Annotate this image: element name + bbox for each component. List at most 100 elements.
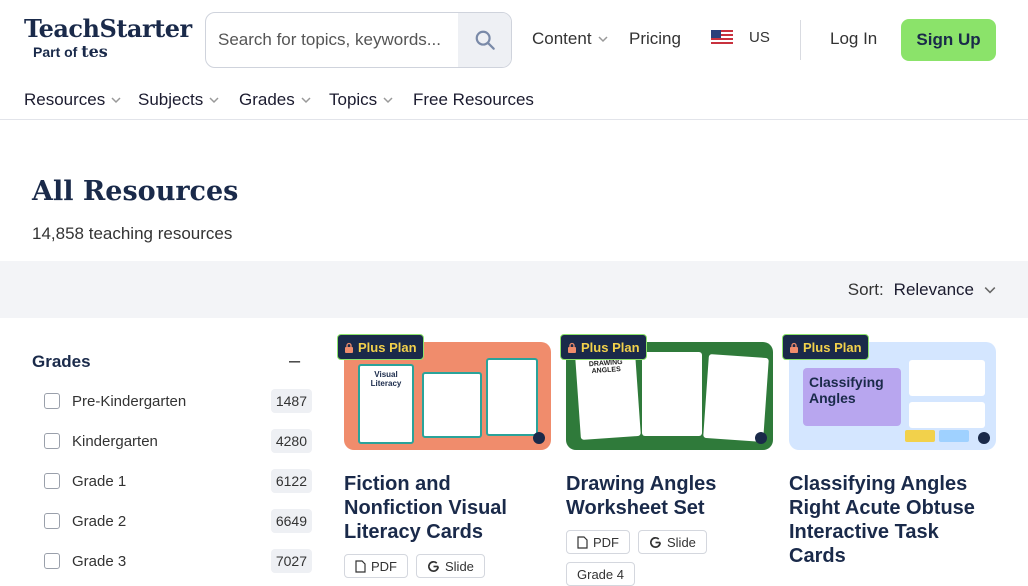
- pricing-link[interactable]: Pricing: [629, 29, 681, 49]
- chevron-down-icon: [383, 97, 393, 104]
- filter-item[interactable]: Grade 1 6122: [44, 466, 312, 496]
- nav-topics[interactable]: Topics: [329, 90, 393, 110]
- tag-pdf: PDF: [566, 530, 630, 554]
- filter-count: 4280: [270, 429, 312, 453]
- plus-plan-badge: Plus Plan: [337, 334, 424, 360]
- teachstarter-logo[interactable]: TeachStarter Part of tes: [24, 14, 192, 64]
- pdf-file-icon: [355, 559, 366, 573]
- content-menu[interactable]: Content: [532, 29, 608, 49]
- thumb-card: DRAWING ANGLES: [575, 352, 641, 440]
- content-menu-label: Content: [532, 29, 592, 48]
- nav-topics-label: Topics: [329, 90, 378, 109]
- resource-title[interactable]: Drawing Angles Worksheet Set: [566, 472, 773, 520]
- search-button[interactable]: [458, 13, 511, 67]
- thumb-card: [422, 372, 482, 438]
- region-label: US: [749, 29, 770, 46]
- plus-plan-badge: Plus Plan: [560, 334, 647, 360]
- tag-label: PDF: [371, 558, 397, 574]
- resource-title[interactable]: Fiction and Nonfiction Visual Literacy C…: [344, 472, 551, 544]
- badge-label: Plus Plan: [581, 339, 640, 355]
- checkbox[interactable]: [44, 473, 60, 489]
- logo-text: TeachStarter: [24, 14, 192, 43]
- teachstarter-mark-icon: [533, 432, 545, 444]
- filter-item[interactable]: Grade 3 7027: [44, 546, 312, 576]
- tag-slide: Slide: [416, 554, 485, 578]
- tag-label: PDF: [593, 534, 619, 550]
- checkbox[interactable]: [44, 553, 60, 569]
- resource-title[interactable]: Classifying Angles Right Acute Obtuse In…: [789, 472, 996, 568]
- nav-subjects-label: Subjects: [138, 90, 204, 109]
- logo-subtitle: Part of tes: [33, 42, 189, 62]
- chevron-down-icon: [209, 97, 219, 104]
- chevron-down-icon: [984, 287, 996, 294]
- search-input[interactable]: [218, 13, 458, 67]
- resource-card[interactable]: DRAWING ANGLES Drawing Angles Worksheet …: [566, 342, 773, 586]
- resource-card[interactable]: Visual Literacy Fiction and Nonfiction V…: [344, 342, 551, 578]
- filter-item[interactable]: Grade 2 6649: [44, 506, 312, 536]
- filter-label: Grade 2: [72, 512, 127, 530]
- chevron-down-icon: [598, 36, 608, 43]
- filter-grades-title[interactable]: Grades: [32, 352, 91, 372]
- filter-item[interactable]: Pre-Kindergarten 1487: [44, 386, 312, 416]
- chevron-down-icon: [301, 97, 311, 104]
- thumb-card: [703, 354, 769, 442]
- badge-label: Plus Plan: [803, 339, 862, 355]
- tag-label: Slide: [445, 558, 474, 574]
- filter-item[interactable]: Kindergarten 4280: [44, 426, 312, 456]
- thumb-title: Visual Literacy: [370, 370, 402, 388]
- checkbox[interactable]: [44, 433, 60, 449]
- lock-icon: [790, 342, 798, 353]
- teachstarter-mark-icon: [978, 432, 990, 444]
- nav-free-resources[interactable]: Free Resources: [413, 90, 534, 110]
- tag-pdf: PDF: [344, 554, 408, 578]
- nav-resources-label: Resources: [24, 90, 106, 109]
- region-selector[interactable]: US: [711, 29, 770, 46]
- sort-value: Relevance: [893, 280, 974, 299]
- nav-divider: [800, 20, 801, 60]
- filter-label: Grade 1: [72, 472, 127, 490]
- logo-sub-prefix: Part of: [33, 44, 78, 60]
- page-title: All Resources: [32, 176, 239, 207]
- thumb-card: [909, 402, 985, 428]
- filter-label: Grade 3: [72, 552, 127, 570]
- chevron-down-icon: [111, 97, 121, 104]
- thumb-title: DRAWING ANGLES: [588, 358, 623, 376]
- filter-count: 7027: [270, 549, 312, 573]
- resource-count: 14,858 teaching resources: [32, 224, 233, 243]
- thumb-card: [486, 358, 538, 436]
- teachstarter-mark-icon: [755, 432, 767, 444]
- checkbox[interactable]: [44, 393, 60, 409]
- category-nav: Resources Subjects Grades Topics Free Re…: [0, 80, 1028, 120]
- lock-icon: [568, 342, 576, 353]
- us-flag-icon: [711, 30, 733, 45]
- collapse-icon[interactable]: –: [289, 350, 300, 373]
- nav-resources[interactable]: Resources: [24, 90, 121, 110]
- filter-label: Kindergarten: [72, 432, 158, 450]
- search-icon: [475, 30, 495, 50]
- thumb-panel: Classifying Angles: [803, 368, 901, 426]
- top-bar: TeachStarter Part of tes Content Pricing…: [0, 0, 1028, 80]
- thumb-button-true: [905, 430, 935, 442]
- filter-label: Pre-Kindergarten: [72, 392, 187, 410]
- filter-count: 1487: [270, 389, 312, 413]
- pricing-label: Pricing: [629, 29, 681, 48]
- login-link[interactable]: Log In: [830, 29, 877, 49]
- nav-free-resources-label: Free Resources: [413, 90, 534, 109]
- tag-grade: Grade 4: [566, 562, 635, 586]
- filter-count: 6122: [270, 469, 312, 493]
- sort-selector[interactable]: Sort: Relevance: [848, 280, 996, 300]
- lock-icon: [345, 342, 353, 353]
- nav-grades-label: Grades: [239, 90, 295, 109]
- search-box: [205, 12, 512, 68]
- tes-logo: tes: [81, 42, 108, 61]
- signup-button[interactable]: Sign Up: [901, 19, 996, 61]
- google-icon: [650, 536, 661, 548]
- resource-card[interactable]: Classifying Angles Classifying Angles Ri…: [789, 342, 996, 568]
- plus-plan-badge: Plus Plan: [782, 334, 869, 360]
- sort-label: Sort:: [847, 280, 884, 299]
- thumb-card: [909, 360, 985, 396]
- checkbox[interactable]: [44, 513, 60, 529]
- nav-grades[interactable]: Grades: [239, 90, 311, 110]
- nav-subjects[interactable]: Subjects: [138, 90, 219, 110]
- filter-count: 6649: [270, 509, 312, 533]
